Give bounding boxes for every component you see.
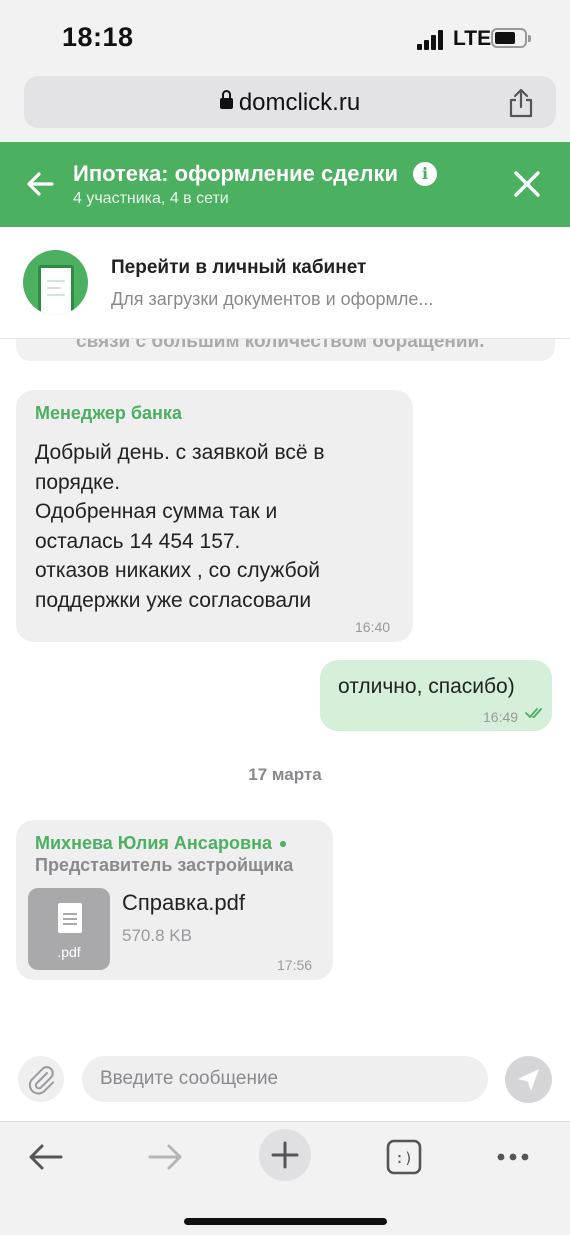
file-name[interactable]: Справка.pdf (122, 890, 245, 916)
message-input[interactable] (82, 1056, 488, 1102)
cabinet-title: Перейти в личный кабинет (111, 257, 367, 278)
tabs-smiley-icon[interactable]: :) (379, 1132, 429, 1182)
battery-icon (491, 28, 531, 48)
url-text: domclick.ru (238, 89, 361, 116)
double-check-icon (525, 708, 542, 718)
cabinet-subtitle: Для загрузки документов и оформле... (111, 289, 434, 309)
back-arrow-icon[interactable] (24, 168, 56, 200)
info-icon[interactable]: i (413, 162, 437, 186)
address-bar[interactable]: domclick.ru (24, 76, 556, 128)
send-button[interactable] (505, 1056, 552, 1103)
message-sender: Менеджер банка (35, 403, 182, 423)
send-icon (518, 1069, 539, 1091)
message-bubble-outgoing[interactable]: отлично, спасибо) 16:49 (320, 660, 552, 731)
chat-header: Ипотека: оформление сделки i 4 участника… (0, 142, 570, 227)
message-sender: Михнева Юлия Ансаровна (35, 833, 272, 853)
file-extension: .pdf (57, 944, 81, 960)
file-message[interactable]: Михнева Юлия Ансаровна Представитель зас… (16, 820, 333, 980)
status-time: 18:18 (62, 22, 134, 52)
message-bubble-incoming[interactable]: Менеджер банка Добрый день. с заявкой вс… (16, 390, 413, 642)
network-type: LTE (453, 27, 492, 50)
signal-icon (417, 30, 445, 50)
message-time: 16:40 (355, 619, 391, 635)
attach-button[interactable] (18, 1056, 64, 1102)
chat-title: Ипотека: оформление сделки (73, 161, 398, 186)
document-icon (23, 250, 88, 315)
partial-message: связи с большим количеством обращений. (16, 339, 555, 361)
browser-toolbar: :) (0, 1121, 570, 1235)
browser-address-area: domclick.ru (0, 70, 570, 142)
message-time: 17:56 (277, 957, 313, 973)
more-dots-icon[interactable] (488, 1132, 538, 1182)
status-bar: 18:18 LTE (0, 0, 570, 70)
message-text: отлично, спасибо) (338, 675, 515, 698)
online-indicator (279, 841, 286, 848)
browser-forward-icon[interactable] (140, 1132, 190, 1182)
file-size: 570.8 KB (122, 926, 192, 945)
browser-back-icon[interactable] (21, 1132, 71, 1182)
sender-role: Представитель застройщика (35, 855, 294, 875)
message-text: Добрый день. с заявкой всё в порядке. Од… (35, 441, 325, 612)
date-divider: 17 марта (248, 765, 322, 784)
message-time: 16:49 (483, 709, 519, 725)
plus-icon (271, 1141, 299, 1169)
share-icon[interactable] (508, 88, 534, 118)
chat-participants: 4 участника, 4 в сети (73, 190, 229, 207)
cabinet-banner[interactable]: Перейти в личный кабинет Для загрузки до… (0, 227, 570, 339)
svg-text::): :) (395, 1149, 413, 1167)
lock-icon (219, 90, 233, 109)
paperclip-icon (28, 1066, 54, 1095)
close-icon[interactable] (512, 169, 542, 199)
home-indicator (184, 1218, 387, 1225)
pdf-file-icon[interactable]: .pdf (28, 888, 110, 970)
new-tab-button[interactable] (259, 1129, 311, 1181)
